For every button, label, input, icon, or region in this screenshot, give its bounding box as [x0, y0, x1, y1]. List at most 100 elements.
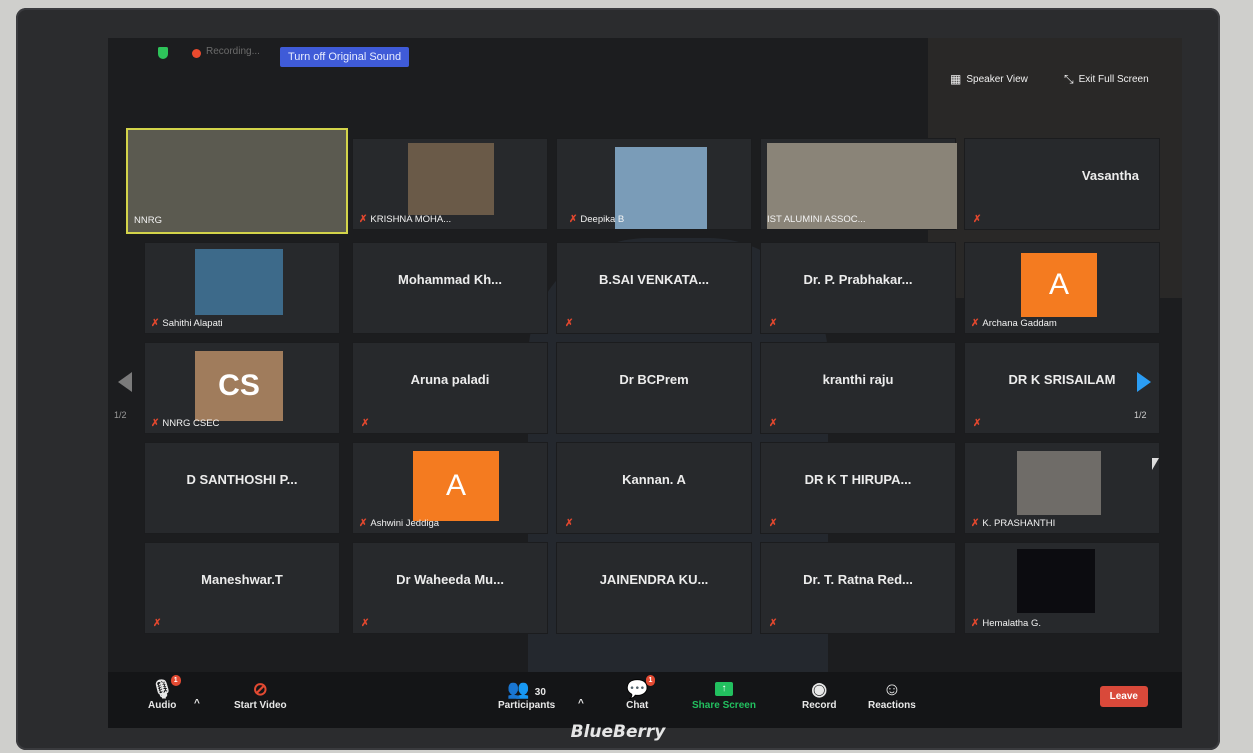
video-tile[interactable]: DR K SRISAILAM ✗: [964, 342, 1160, 434]
participant-video: [195, 249, 283, 315]
reactions-icon: ☺: [882, 679, 902, 699]
grid-icon: ▦: [950, 72, 962, 86]
video-off-icon: ⊘: [252, 679, 268, 699]
record-button[interactable]: ◉ Record: [802, 678, 836, 711]
video-tile[interactable]: IST ALUMINI ASSOC...: [760, 138, 957, 230]
participant-name: Deepika B: [580, 214, 625, 225]
mic-muted-icon: ✗: [971, 618, 980, 629]
participant-name: K. PRASHANTHI: [982, 518, 1056, 529]
participant-photo: [1017, 451, 1101, 515]
mic-muted-icon: ✗: [359, 214, 368, 225]
audio-button[interactable]: 🎙 1 Audio: [148, 675, 181, 711]
participant-name: Mohammad Kh...: [397, 271, 502, 287]
turn-off-original-sound-button[interactable]: Turn off Original Sound: [280, 47, 410, 67]
video-tile[interactable]: B.SAI VENKATA... ✗: [556, 242, 752, 334]
exit-full-screen-button[interactable]: ⤡ Exit Full Screen: [1064, 72, 1149, 87]
video-tile[interactable]: Kannan. A ✗: [556, 442, 752, 534]
video-tile[interactable]: NNRG: [126, 128, 348, 234]
mic-muted-icon: ✗: [151, 318, 160, 329]
share-screen-icon: ↑: [714, 682, 733, 696]
video-tile[interactable]: Dr. P. Prabhakar... ✗: [760, 242, 956, 334]
mic-muted-icon: ✗: [151, 418, 160, 429]
speaker-view-label: Speaker View: [966, 73, 1028, 85]
video-tile[interactable]: JAINENDRA KU...: [556, 542, 752, 634]
participant-name: Hemalatha G.: [982, 618, 1042, 629]
participants-button[interactable]: 👥 30 Participants: [498, 678, 555, 711]
participant-name: Dr. T. Ratna Red...: [803, 571, 913, 587]
participants-icon: 👥 30: [507, 679, 546, 699]
record-label: Record: [802, 700, 837, 711]
monitor-bezel: Recording... Turn off Original Sound ▦ S…: [16, 8, 1220, 750]
participants-count: 30: [534, 687, 546, 698]
mic-muted-icon: ✗: [359, 518, 368, 529]
reactions-button[interactable]: ☺ Reactions: [868, 678, 916, 711]
video-tile[interactable]: Mohammad Kh...: [352, 242, 548, 334]
mic-muted-icon: ✗: [973, 214, 982, 225]
participants-options-caret-icon[interactable]: ^: [578, 698, 584, 709]
mic-muted-icon: ✗: [361, 418, 370, 429]
chat-label: Chat: [626, 700, 649, 711]
video-tile[interactable]: Dr Waheeda Mu... ✗: [352, 542, 548, 634]
mic-muted-icon: ✗: [769, 418, 778, 429]
speaker-view-button[interactable]: ▦ Speaker View: [950, 72, 1028, 86]
mic-muted-icon: ✗: [971, 318, 980, 329]
video-tile[interactable]: DR K T HIRUPA... ✗: [760, 442, 956, 534]
video-tile[interactable]: Vasantha ✗: [964, 138, 1160, 230]
next-page-arrow-icon[interactable]: [1137, 372, 1151, 392]
video-tile[interactable]: D SANTHOSHI P...: [144, 442, 340, 534]
participant-photo: [615, 147, 707, 229]
participant-name: Aruna paladi: [410, 371, 490, 387]
audio-options-caret-icon[interactable]: ^: [194, 698, 200, 709]
encryption-shield-icon: [158, 47, 168, 59]
mic-muted-icon: ✗: [153, 618, 162, 629]
audio-label: Audio: [148, 700, 177, 711]
participant-name: kranthi raju: [822, 371, 894, 387]
leave-button[interactable]: Leave: [1099, 686, 1148, 707]
participant-name: DR K SRISAILAM: [1008, 371, 1116, 387]
video-tile[interactable]: ✗ Hemalatha G.: [964, 542, 1160, 634]
video-tile[interactable]: ✗ Sahithi Alapati: [144, 242, 340, 334]
video-tile[interactable]: A ✗ Archana Gaddam: [964, 242, 1160, 334]
video-tile[interactable]: Maneshwar.T ✗: [144, 542, 340, 634]
chat-badge: 1: [645, 675, 656, 686]
participant-name: Dr Waheeda Mu...: [396, 571, 504, 587]
video-tile[interactable]: A ✗ Ashwini Jeddiga: [352, 442, 548, 534]
mic-muted-icon: ✗: [565, 318, 574, 329]
video-tile[interactable]: ✗ KRISHNA MOHA...: [352, 138, 548, 230]
participant-name: B.SAI VENKATA...: [598, 271, 710, 287]
participant-avatar: A: [1021, 253, 1097, 317]
participant-name: KRISHNA MOHA...: [370, 214, 452, 225]
mic-muted-icon: ✗: [973, 418, 982, 429]
share-screen-button[interactable]: ↑ Share Screen: [692, 678, 756, 711]
mic-muted-icon: ✗: [769, 618, 778, 629]
video-tile[interactable]: CS ✗ NNRG CSEC: [144, 342, 340, 434]
participant-name: Kannan. A: [622, 471, 686, 487]
video-tile[interactable]: Aruna paladi ✗: [352, 342, 548, 434]
video-tile[interactable]: kranthi raju ✗: [760, 342, 956, 434]
page-indicator: 1/2: [1134, 410, 1147, 420]
monitor-brand-logo: BlueBerry: [570, 722, 666, 742]
participant-name: DR K T HIRUPA...: [804, 471, 912, 487]
meeting-controls-toolbar: 🎙 1 Audio ^ ⊘ Start Video 👥 30 Participan…: [108, 672, 1182, 728]
participant-name: Dr. P. Prabhakar...: [803, 271, 913, 287]
participant-photo: [408, 143, 494, 215]
start-video-label: Start Video: [234, 700, 287, 711]
participant-name: Dr BCPrem: [619, 371, 689, 387]
microphone-icon: 🎙 1: [151, 675, 181, 700]
recording-dot-icon: [192, 49, 201, 58]
participant-photo: [1017, 549, 1095, 613]
participant-name: NNRG: [134, 215, 162, 226]
participant-name: IST ALUMINI ASSOC...: [767, 214, 866, 225]
participants-label: Participants: [498, 700, 556, 711]
video-tile[interactable]: ✗ K. PRASHANTHI: [964, 442, 1160, 534]
chat-button[interactable]: 💬 1 Chat: [626, 675, 656, 711]
reactions-label: Reactions: [868, 700, 916, 711]
video-tile[interactable]: Dr. T. Ratna Red... ✗: [760, 542, 956, 634]
video-tile[interactable]: ✗ Deepika B: [556, 138, 752, 230]
exit-fullscreen-icon: ⤡: [1064, 72, 1074, 86]
previous-page-arrow-icon[interactable]: [118, 372, 132, 392]
start-video-button[interactable]: ⊘ Start Video: [234, 678, 287, 711]
video-tile[interactable]: Dr BCPrem: [556, 342, 752, 434]
participant-name: Maneshwar.T: [201, 571, 283, 587]
recording-label: Recording...: [206, 46, 260, 57]
